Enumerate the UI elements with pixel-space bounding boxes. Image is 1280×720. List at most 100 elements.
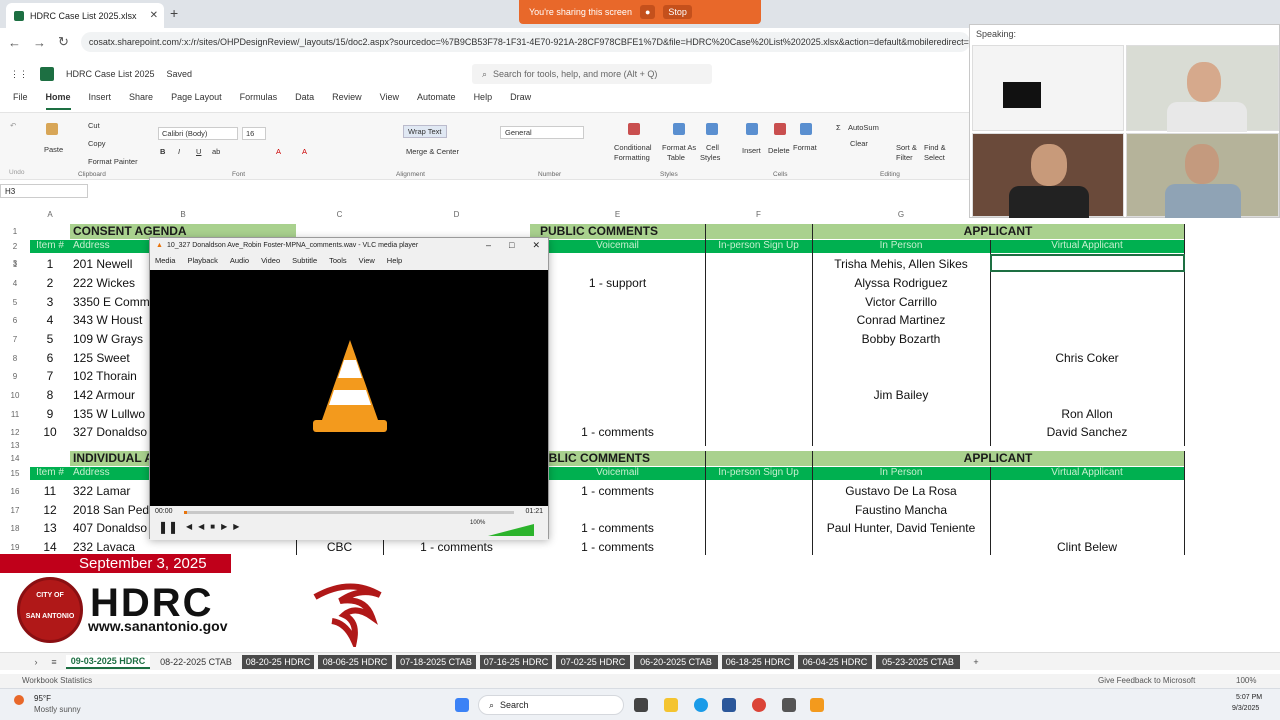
task-view-icon[interactable]	[634, 698, 648, 712]
pause-icon[interactable]: ❚❚	[158, 520, 178, 534]
playback-buttons[interactable]: ◀◀■▶▶	[186, 522, 245, 531]
row-number[interactable]: 10	[0, 391, 30, 400]
italic-icon[interactable]: I	[178, 147, 180, 156]
menu-automate[interactable]: Automate	[417, 92, 456, 110]
sheet-tab[interactable]: 06-04-25 HDRC	[798, 655, 872, 669]
cell-voicemail[interactable]	[530, 312, 705, 330]
inperson-signup-header[interactable]: In-person Sign Up	[705, 240, 812, 253]
cell-virtual[interactable]: Clint Belew	[990, 539, 1184, 557]
app-launcher-icon[interactable]: ⋮⋮	[10, 69, 28, 80]
menu-draw[interactable]: Draw	[510, 92, 531, 110]
cell-item[interactable]: 8	[30, 387, 70, 405]
number-format-select[interactable]: General	[500, 126, 584, 139]
cell-in-person[interactable]: Alyssa Rodriguez	[812, 275, 990, 293]
cell-item[interactable]: 13	[30, 520, 70, 538]
cell-voicemail[interactable]: 1 - comments	[530, 539, 705, 557]
feedback-link[interactable]: Give Feedback to Microsoft	[1098, 676, 1195, 685]
row-number[interactable]: 6	[0, 316, 30, 325]
selected-cell-h3[interactable]	[990, 254, 1185, 272]
font-color-icon[interactable]: ab	[212, 147, 220, 156]
format-as-table-icon[interactable]	[673, 123, 685, 135]
cell-in-person[interactable]: Paul Hunter, David Teniente	[812, 520, 990, 538]
cell-in-person[interactable]: Victor Carrillo	[812, 294, 990, 312]
sheet-tab[interactable]: 08-06-25 HDRC	[318, 655, 392, 669]
virtual-applicant-header-2[interactable]: Virtual Applicant	[990, 467, 1184, 480]
row-number[interactable]: 1	[0, 227, 30, 236]
cell-voicemail[interactable]: 1 - comments	[530, 520, 705, 538]
find-label[interactable]: Find &	[924, 143, 946, 152]
sheet-tab-active[interactable]: 09-03-2025 HDRC	[66, 655, 150, 669]
sheet-tab[interactable]: 08-22-2025 CTAB	[154, 655, 238, 669]
cell-voicemail[interactable]	[530, 350, 705, 368]
cell-virtual[interactable]	[990, 520, 1184, 538]
mic-icon[interactable]: ●	[639, 5, 656, 19]
cell-d[interactable]: 1 - comments	[383, 539, 530, 557]
menu-file[interactable]: File	[13, 92, 28, 110]
underline-icon[interactable]: U	[196, 147, 201, 156]
item-header-2[interactable]: Item #	[30, 467, 70, 480]
menu-help[interactable]: Help	[474, 92, 493, 110]
autosum-button[interactable]: AutoSum	[848, 123, 879, 132]
public-comments-header[interactable]: PUBLIC COMMENTS	[530, 224, 812, 239]
cell-item[interactable]: 1	[30, 256, 70, 274]
cell-styles-icon[interactable]	[706, 123, 718, 135]
cell-in-person[interactable]	[812, 539, 990, 557]
in-person-header-2[interactable]: In Person	[812, 467, 990, 480]
cell-item[interactable]: 9	[30, 406, 70, 424]
cell-virtual[interactable]: Chris Coker	[990, 350, 1184, 368]
cell-in-person[interactable]	[812, 368, 990, 386]
vlc-menu-view[interactable]: View	[359, 256, 375, 265]
cell-item[interactable]: 11	[30, 483, 70, 501]
cell-virtual[interactable]: David Sanchez	[990, 424, 1184, 442]
add-sheet-icon[interactable]: +	[968, 655, 984, 669]
conditional-formatting-icon[interactable]	[628, 123, 640, 135]
scroll-tabs-icon[interactable]: ›	[30, 655, 42, 669]
sheet-tab[interactable]: 07-02-25 HDRC	[556, 655, 630, 669]
paste-icon[interactable]	[46, 123, 58, 135]
excel-search-box[interactable]: ⌕ Search for tools, help, and more (Alt …	[472, 64, 712, 84]
cell-in-person[interactable]: Bobby Bozarth	[812, 331, 990, 349]
shared-screen-thumbnail[interactable]	[972, 45, 1124, 131]
sheet-tab[interactable]: 06-18-25 HDRC	[722, 655, 794, 669]
cell-virtual[interactable]	[990, 294, 1184, 312]
cell-item[interactable]: 5	[30, 331, 70, 349]
address-bar[interactable]: cosatx.sharepoint.com/:x:/r/sites/OHPDes…	[80, 32, 970, 52]
cell-in-person[interactable]: Faustino Mancha	[812, 502, 990, 520]
row-number[interactable]: 7	[0, 335, 30, 344]
cell-item[interactable]: 3	[30, 294, 70, 312]
menu-home[interactable]: Home	[45, 92, 71, 110]
menu-page-layout[interactable]: Page Layout	[171, 92, 222, 110]
conditional-label[interactable]: Conditional	[614, 143, 652, 152]
formatting-label[interactable]: Formatting	[614, 153, 650, 162]
cell-virtual[interactable]	[990, 483, 1184, 501]
cell-in-person[interactable]: Gustavo De La Rosa	[812, 483, 990, 501]
vlc-menu-subtitle[interactable]: Subtitle	[292, 256, 317, 265]
browser-tab[interactable]: HDRC Case List 2025.xlsx ✕	[6, 3, 164, 28]
voicemail-header[interactable]: Voicemail	[530, 240, 705, 253]
cell-voicemail[interactable]: 1 - comments	[530, 424, 705, 442]
vlc-menu-media[interactable]: Media	[155, 256, 175, 265]
row-number[interactable]: 2	[0, 242, 30, 251]
row-number[interactable]: 17	[0, 506, 30, 515]
menu-view[interactable]: View	[380, 92, 399, 110]
row-number[interactable]: 5	[0, 298, 30, 307]
all-sheets-icon[interactable]: ≡	[48, 655, 60, 669]
merge-center-button[interactable]: Merge & Center	[406, 147, 459, 156]
file-explorer-icon[interactable]	[664, 698, 678, 712]
cell-item[interactable]: 10	[30, 424, 70, 442]
format-cells-icon[interactable]	[800, 123, 812, 135]
sort-label[interactable]: Sort &	[896, 143, 917, 152]
col-header-d[interactable]: D	[383, 210, 530, 220]
format-as-label[interactable]: Format As	[662, 143, 696, 152]
cell-virtual[interactable]	[990, 387, 1184, 405]
insert-label[interactable]: Insert	[742, 146, 761, 155]
row-number[interactable]: 14	[0, 454, 30, 463]
cell-c[interactable]: CBC	[296, 539, 383, 557]
row-number[interactable]: 13	[0, 441, 30, 450]
name-box[interactable]: H3	[0, 184, 88, 198]
font-name-select[interactable]: Calibri (Body)	[158, 127, 238, 140]
vlc-menu-playback[interactable]: Playback	[187, 256, 217, 265]
row-number[interactable]: 18	[0, 524, 30, 533]
cell-in-person[interactable]	[812, 406, 990, 424]
cell-item[interactable]: 12	[30, 502, 70, 520]
